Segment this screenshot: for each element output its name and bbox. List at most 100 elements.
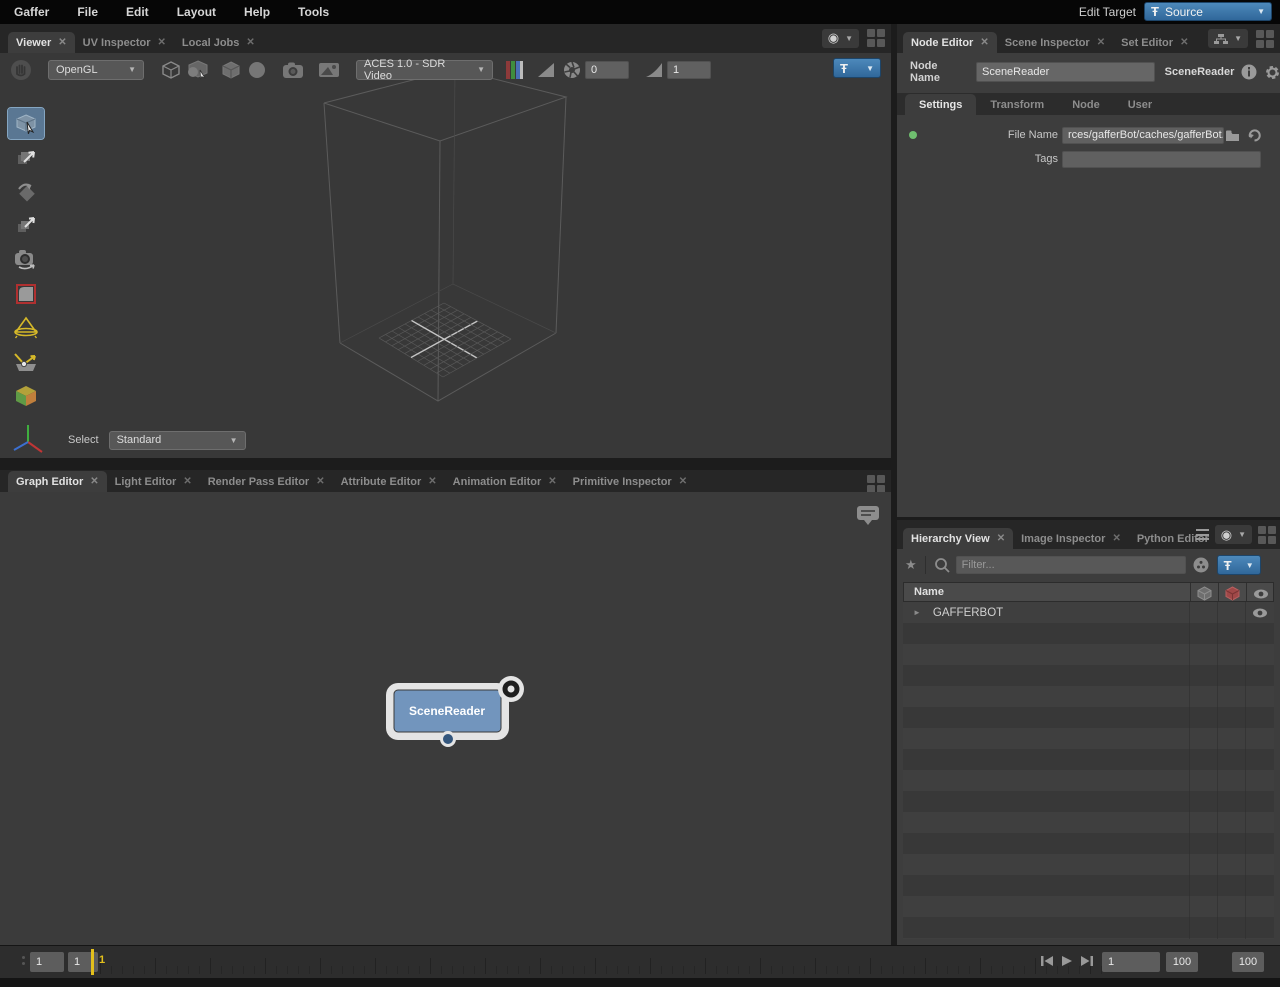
hamburger-menu-icon[interactable]	[1195, 529, 1209, 540]
menu-edit[interactable]: Edit	[112, 5, 163, 19]
menu-tools[interactable]: Tools	[284, 5, 343, 19]
hierarchy-pin-dropdown[interactable]: Ŧ ▼	[1216, 555, 1261, 575]
subtab-transform[interactable]: Transform	[976, 94, 1058, 115]
menu-help[interactable]: Help	[230, 5, 284, 19]
tab-render-pass-editor[interactable]: Render Pass Editor ✕	[200, 471, 333, 492]
tab-light-editor[interactable]: Light Editor ✕	[107, 471, 200, 492]
tab-hierarchy-view[interactable]: Hierarchy View ✕	[903, 528, 1014, 549]
tab-node-editor[interactable]: Node Editor ✕	[903, 32, 997, 53]
grade-image-icon[interactable]	[316, 59, 342, 81]
close-icon[interactable]: ✕	[1112, 533, 1120, 544]
tags-field[interactable]	[1062, 150, 1261, 168]
tab-animation-editor[interactable]: Animation Editor ✕	[445, 471, 565, 492]
expander-icon[interactable]: ►	[913, 608, 921, 617]
close-icon[interactable]: ✕	[1180, 37, 1188, 48]
bookmark-star-icon[interactable]: ★	[905, 557, 917, 573]
shading-wireframe-cube-icon[interactable]	[158, 59, 184, 81]
close-icon[interactable]: ✕	[428, 476, 436, 487]
timeline-ruler[interactable]	[100, 950, 1108, 974]
tab-local-jobs[interactable]: Local Jobs ✕	[174, 32, 263, 53]
uv-cube-tool-button[interactable]	[8, 380, 44, 411]
playback-end-field[interactable]: 100	[1232, 952, 1264, 972]
subtab-user[interactable]: User	[1114, 94, 1166, 115]
shading-cube-sphere-icon[interactable]	[184, 59, 210, 81]
end-frame-field[interactable]: 100	[1166, 952, 1198, 972]
close-icon[interactable]: ✕	[980, 37, 988, 48]
gamma-field[interactable]: 1	[667, 60, 711, 79]
hierarchy-header-row[interactable]: Name	[903, 582, 1274, 602]
subtab-node[interactable]: Node	[1058, 94, 1114, 115]
start-frame-field[interactable]: 1	[1102, 952, 1160, 972]
close-icon[interactable]: ✕	[158, 37, 166, 48]
scale-tool-button[interactable]	[8, 210, 44, 241]
translate-tool-button[interactable]	[8, 142, 44, 173]
gamma-icon[interactable]	[641, 59, 667, 81]
sphere-icon[interactable]	[244, 59, 270, 81]
light-position-tool-button[interactable]	[8, 346, 44, 377]
subtab-settings[interactable]: Settings	[905, 94, 977, 115]
light-tool-button[interactable]	[8, 312, 44, 343]
pan-hand-icon[interactable]	[8, 59, 34, 81]
viewer-pin-dropdown[interactable]: Ŧ ▼	[833, 58, 881, 78]
layout-menu-icon[interactable]	[867, 29, 885, 47]
close-icon[interactable]: ✕	[316, 476, 324, 487]
close-icon[interactable]: ✕	[1097, 37, 1105, 48]
close-icon[interactable]: ✕	[679, 476, 687, 487]
filter-input[interactable]	[955, 556, 1186, 574]
menu-gaffer[interactable]: Gaffer	[0, 5, 63, 19]
renderer-dropdown[interactable]: OpenGL ▼	[48, 59, 144, 80]
tab-scene-inspector[interactable]: Scene Inspector ✕	[997, 32, 1113, 53]
rotate-tool-button[interactable]	[8, 176, 44, 207]
expansion-cube-icon[interactable]	[218, 59, 244, 81]
skip-to-end-icon[interactable]	[1080, 955, 1094, 967]
hierarchy-focus-menu-button[interactable]: ◉ ▼	[1214, 525, 1252, 544]
exposure-icon[interactable]	[533, 59, 559, 81]
name-column-header[interactable]: Name	[914, 586, 944, 598]
layout-menu-icon[interactable]	[867, 475, 885, 493]
camera-tool-button[interactable]	[8, 244, 44, 275]
refresh-icon[interactable]	[1247, 128, 1262, 143]
close-icon[interactable]: ✕	[548, 476, 556, 487]
graph-editor-canvas[interactable]: SceneReader	[0, 492, 891, 945]
node-name-input[interactable]	[975, 62, 1155, 82]
info-icon[interactable]	[1241, 64, 1257, 80]
close-icon[interactable]: ✕	[58, 37, 66, 48]
inclusions-cube-icon[interactable]	[1197, 586, 1212, 601]
play-icon[interactable]	[1061, 955, 1073, 967]
crop-window-tool-button[interactable]	[8, 278, 44, 309]
current-frame-field[interactable]: 1	[30, 952, 64, 972]
camera-icon[interactable]	[280, 59, 306, 81]
tab-attribute-editor[interactable]: Attribute Editor ✕	[333, 471, 445, 492]
tab-image-inspector[interactable]: Image Inspector ✕	[1013, 528, 1129, 549]
close-icon[interactable]: ✕	[183, 476, 191, 487]
gear-icon[interactable]	[1264, 64, 1280, 81]
select-tool-button[interactable]	[7, 107, 45, 140]
tab-set-editor[interactable]: Set Editor ✕	[1113, 32, 1196, 53]
menu-layout[interactable]: Layout	[163, 5, 230, 19]
tab-viewer[interactable]: Viewer ✕	[8, 32, 75, 53]
hierarchy-row-gafferbot[interactable]: ► GAFFERBOT	[903, 602, 1274, 623]
channel-rgb-icon[interactable]	[501, 59, 527, 81]
viewer-viewport[interactable]: OpenGL ▼ ACES 1.0 - SDR Video ▼ 0 1 Ŧ ▼ …	[0, 53, 891, 458]
tab-primitive-inspector[interactable]: Primitive Inspector ✕	[565, 471, 695, 492]
layout-menu-icon[interactable]	[1258, 525, 1276, 544]
timeline-grip[interactable]	[22, 956, 25, 965]
display-transform-dropdown[interactable]: ACES 1.0 - SDR Video ▼	[356, 58, 493, 82]
layout-menu-icon[interactable]	[1256, 29, 1274, 48]
tab-graph-editor[interactable]: Graph Editor ✕	[8, 471, 107, 492]
filter-settings-icon[interactable]	[1193, 557, 1209, 573]
skip-to-start-icon[interactable]	[1040, 955, 1054, 967]
aperture-icon[interactable]	[559, 59, 585, 81]
edit-target-dropdown[interactable]: Ŧ Source ▼	[1144, 2, 1272, 21]
playhead[interactable]	[91, 949, 94, 975]
close-icon[interactable]: ✕	[246, 37, 254, 48]
node-editor-link-menu-button[interactable]: ▼	[1208, 29, 1248, 48]
menu-file[interactable]: File	[63, 5, 112, 19]
viewer-focus-menu-button[interactable]: ◉ ▼	[821, 28, 859, 48]
visibility-eye-icon[interactable]	[1253, 588, 1269, 600]
select-mode-dropdown[interactable]: Standard ▼	[108, 430, 246, 450]
close-icon[interactable]: ✕	[997, 533, 1005, 544]
exposure-field[interactable]: 0	[585, 60, 629, 79]
visibility-eye-icon[interactable]	[1252, 607, 1268, 619]
folder-icon[interactable]	[1225, 129, 1240, 142]
